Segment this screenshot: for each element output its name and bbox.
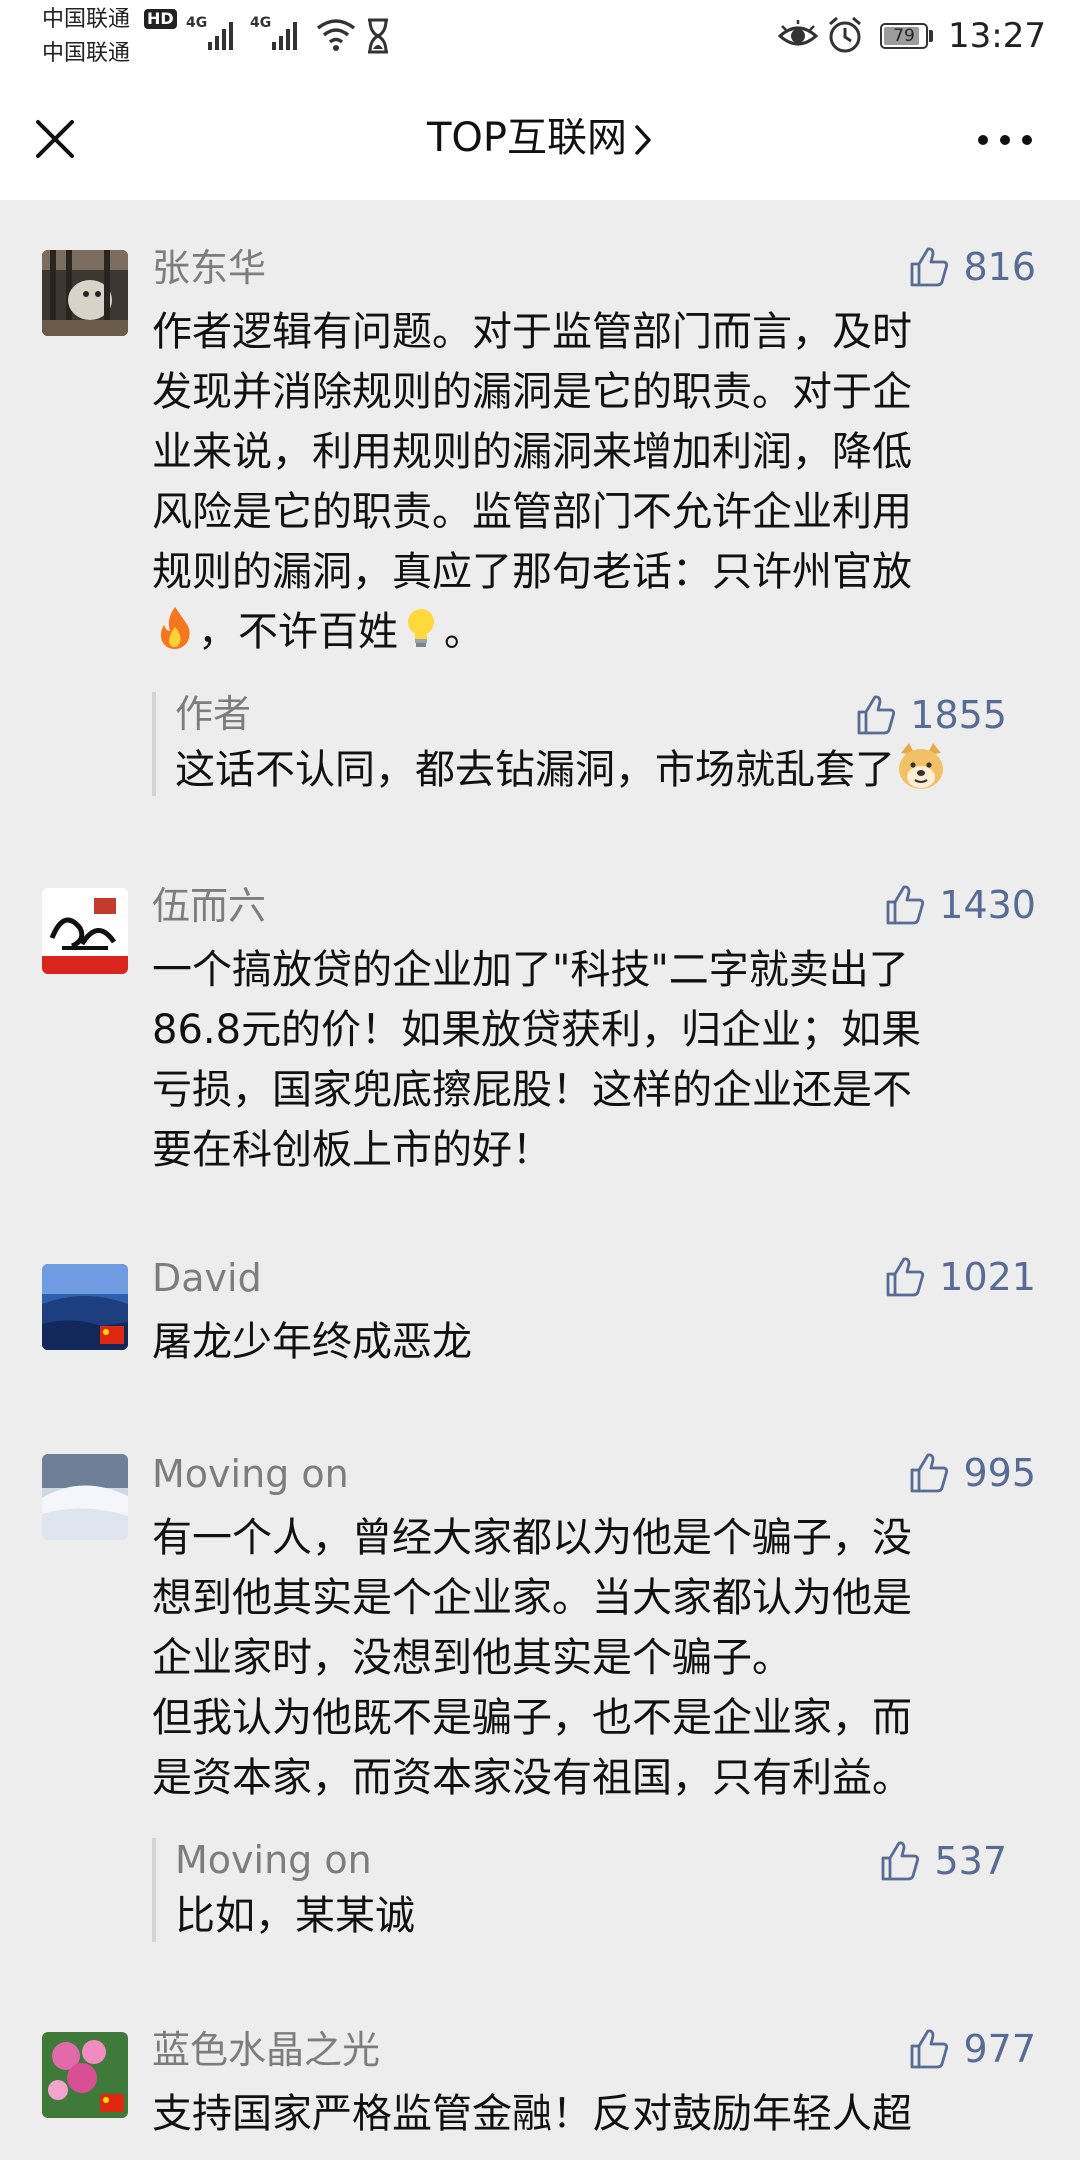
hourglass-icon [368, 18, 388, 54]
wifi-icon [316, 19, 356, 51]
avatar[interactable] [42, 1264, 128, 1350]
comment-text: 作者逻辑有问题。对于监管部门而言，及时 发现并消除规则的漏洞是它的职责。对于企 业来… [152, 309, 912, 655]
like-count: 1855 [910, 693, 1007, 737]
signal-icon-2: 4G [250, 15, 297, 50]
thumbs-up-icon [886, 885, 925, 925]
reply-like-button[interactable]: 1855 [856, 692, 1007, 738]
chevron-right-icon [635, 125, 651, 155]
signal-icon: 4G [186, 15, 233, 50]
more-icon[interactable] [970, 116, 1040, 166]
comment-text: 有一个人，曾经大家都以为他是个骗子，没 想到他其实是个企业家。当大家都认为他是 企业… [152, 1515, 912, 1801]
lightbulb-emoji-icon [408, 609, 434, 647]
comment-item: 张东华 816 作者逻辑有问题。对于监管部门而言，及时 发现并消除规则的漏洞是它的… [0, 240, 1080, 840]
like-count: 1430 [939, 883, 1036, 927]
carrier-label-1: 中国联通 [42, 7, 131, 32]
reply-text: 比如，某某诚 [175, 1893, 415, 1939]
battery-icon: 79 [880, 23, 928, 49]
like-button[interactable]: 1021 [885, 1254, 1036, 1300]
comment-author: 蓝色水晶之光 [152, 2028, 381, 2072]
comment-author: Moving on [152, 1452, 349, 1496]
page-title-link[interactable]: TOP互联网 [0, 112, 1080, 164]
comment-author: David [152, 1256, 262, 1300]
like-count: 995 [963, 1451, 1036, 1495]
like-count: 537 [934, 1839, 1007, 1883]
comment-item: David 1021 屠龙少年终成恶龙 [0, 1254, 1080, 1384]
thumbs-up-icon [911, 1453, 949, 1493]
carrier-label-2: 中国联通 [42, 41, 131, 66]
comment-item: 伍而六 1430 一个搞放贷的企业加了"科技"二字就卖出了 86.8元的价！如果放… [0, 880, 1080, 1200]
like-button[interactable]: 995 [909, 1450, 1036, 1496]
svg-text:4G: 4G [186, 15, 207, 31]
reply-author: Moving on [175, 1838, 372, 1882]
fire-emoji-icon [160, 607, 190, 649]
comment-item: Moving on 995 有一个人，曾经大家都以为他是个骗子，没 想到他其实是个… [0, 1448, 1080, 1968]
reply-text: 这话不认同，都去钻漏洞，市场就乱套了 [175, 740, 947, 800]
battery-level: 79 [893, 26, 915, 46]
doge-emoji-icon [899, 743, 943, 789]
like-count: 977 [963, 2027, 1036, 2071]
author-reply: Moving on 比如，某某诚 537 [152, 1838, 1040, 1942]
hd-badge: HD [144, 9, 177, 29]
like-button[interactable]: 816 [909, 244, 1036, 290]
clock: 13:27 [948, 16, 1046, 56]
avatar[interactable] [42, 1454, 128, 1540]
avatar[interactable] [42, 2032, 128, 2118]
comment-author: 伍而六 [152, 884, 267, 928]
thumbs-up-icon [857, 695, 896, 735]
reply-author: 作者 [175, 692, 252, 736]
thumbs-up-icon [911, 247, 949, 287]
svg-text:4G: 4G [250, 15, 271, 31]
comment-text: 一个搞放贷的企业加了"科技"二字就卖出了 86.8元的价！如果放贷获利，归企业；如… [152, 947, 922, 1173]
like-count: 816 [963, 245, 1036, 289]
eye-icon [778, 20, 818, 46]
comment-author: 张东华 [152, 246, 267, 290]
comment-text: 屠龙少年终成恶龙 [152, 1319, 472, 1365]
title-bar: TOP互联网 [0, 76, 1080, 200]
reply-like-button[interactable]: 537 [880, 1838, 1007, 1884]
comment-text: 支持国家严格监管金融！反对鼓励年轻人超 [152, 2091, 912, 2137]
comment-item: 蓝色水晶之光 977 支持国家严格监管金融！反对鼓励年轻人超 [0, 2024, 1080, 2160]
thumbs-up-icon [911, 2029, 949, 2069]
thumbs-up-icon [882, 1841, 920, 1881]
alarm-icon [829, 16, 861, 53]
author-reply: 作者 这话不认同，都去钻漏洞，市场就乱套了 1855 [152, 692, 1040, 796]
status-bar: 中国联通 HD 中国联通 4G 4G 79 13:27 [0, 0, 1080, 76]
avatar[interactable] [42, 888, 128, 974]
page-title: TOP互联网 [426, 115, 628, 161]
avatar[interactable] [42, 250, 128, 336]
like-button[interactable]: 1430 [885, 882, 1036, 928]
thumbs-up-icon [886, 1257, 925, 1297]
like-count: 1021 [939, 1255, 1036, 1299]
like-button[interactable]: 977 [909, 2026, 1036, 2072]
